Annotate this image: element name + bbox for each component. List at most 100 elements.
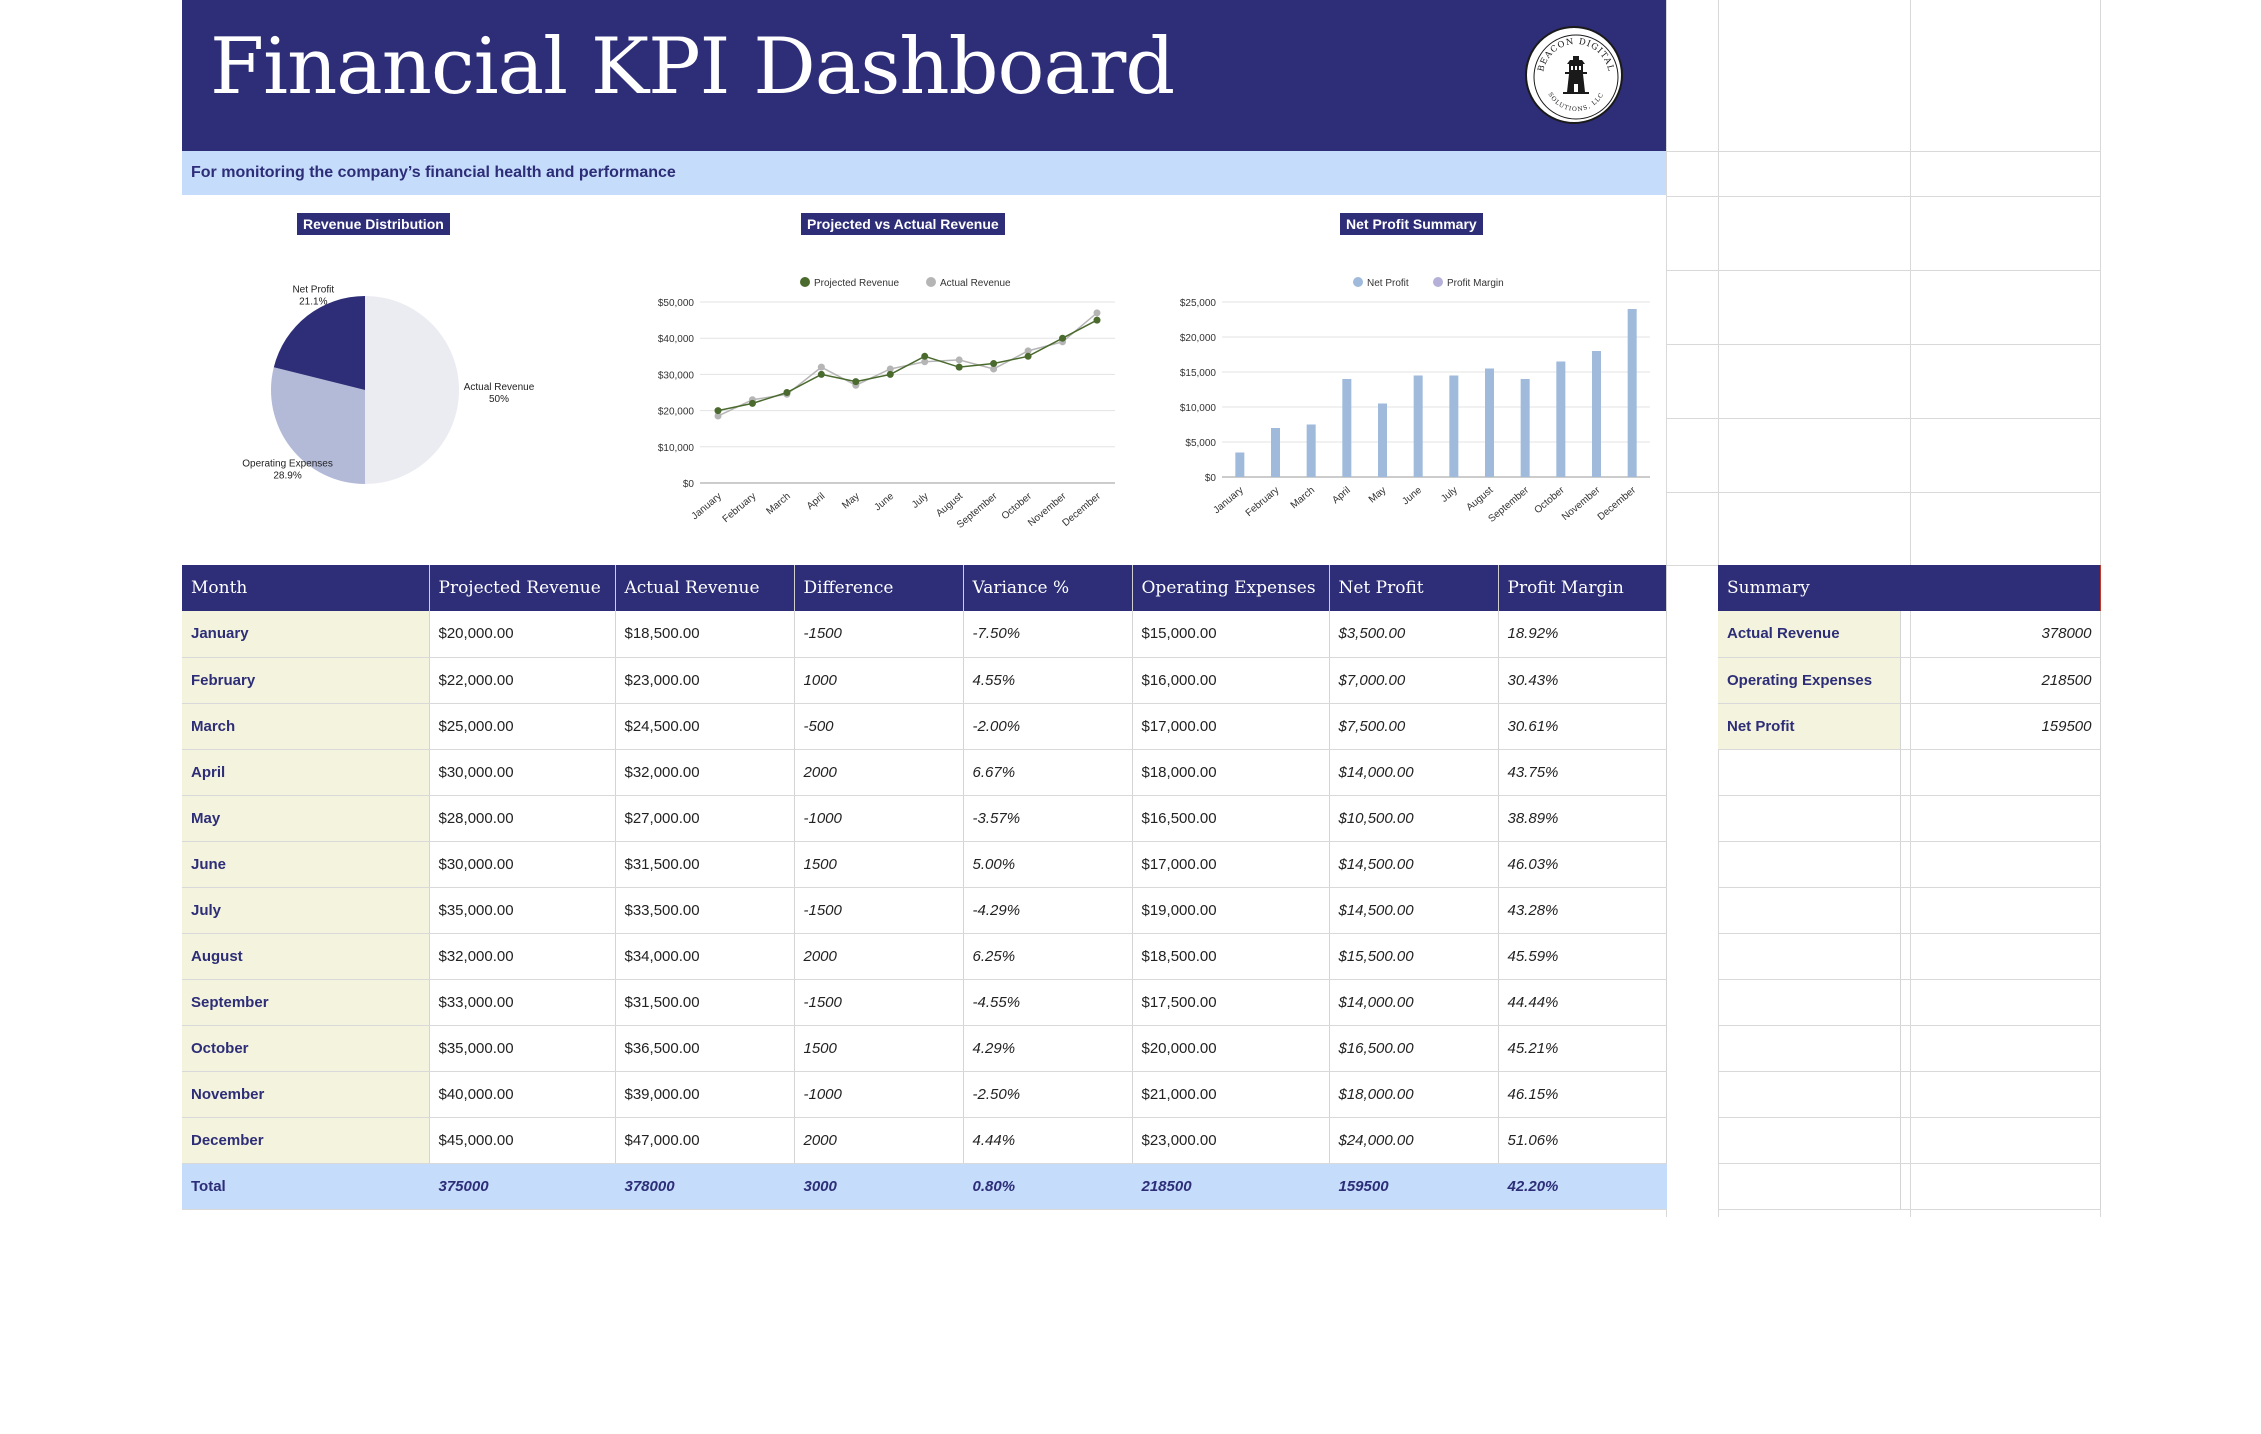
table-cell[interactable]: $24,000.00 bbox=[1329, 1117, 1499, 1164]
summary-header[interactable]: Summary bbox=[1718, 565, 2101, 611]
table-cell[interactable]: $16,500.00 bbox=[1329, 1025, 1499, 1072]
month-cell[interactable]: July bbox=[182, 887, 430, 934]
table-cell[interactable]: 2000 bbox=[794, 933, 964, 980]
table-cell[interactable]: 43.75% bbox=[1498, 749, 1667, 796]
table-cell[interactable]: -2.50% bbox=[963, 1071, 1133, 1118]
table-cell[interactable]: 44.44% bbox=[1498, 979, 1667, 1026]
table-cell[interactable]: $18,500.00 bbox=[1132, 933, 1330, 980]
table-cell[interactable]: $17,000.00 bbox=[1132, 703, 1330, 750]
table-cell[interactable]: $18,000.00 bbox=[1329, 1071, 1499, 1118]
table-cell[interactable]: 4.29% bbox=[963, 1025, 1133, 1072]
total-cell[interactable]: 3000 bbox=[794, 1163, 964, 1210]
table-cell[interactable]: 5.00% bbox=[963, 841, 1133, 888]
table-cell[interactable]: $39,000.00 bbox=[615, 1071, 795, 1118]
table-cell[interactable]: 30.43% bbox=[1498, 657, 1667, 704]
empty-cell[interactable] bbox=[1718, 1071, 1901, 1118]
table-cell[interactable]: $25,000.00 bbox=[429, 703, 616, 750]
month-cell[interactable]: December bbox=[182, 1117, 430, 1164]
table-cell[interactable]: -7.50% bbox=[963, 611, 1133, 658]
empty-cell[interactable] bbox=[1900, 1025, 2101, 1072]
column-header[interactable]: Difference bbox=[794, 565, 964, 611]
month-cell[interactable]: August bbox=[182, 933, 430, 980]
table-cell[interactable]: $36,500.00 bbox=[615, 1025, 795, 1072]
empty-cell[interactable] bbox=[1900, 933, 2101, 980]
month-cell[interactable]: October bbox=[182, 1025, 430, 1072]
month-cell[interactable]: March bbox=[182, 703, 430, 750]
empty-cell[interactable] bbox=[1718, 933, 1901, 980]
table-cell[interactable]: $17,000.00 bbox=[1132, 841, 1330, 888]
empty-cell[interactable] bbox=[1900, 749, 2101, 796]
table-cell[interactable]: 30.61% bbox=[1498, 703, 1667, 750]
table-cell[interactable]: 38.89% bbox=[1498, 795, 1667, 842]
table-cell[interactable]: $17,500.00 bbox=[1132, 979, 1330, 1026]
table-cell[interactable]: -3.57% bbox=[963, 795, 1133, 842]
table-cell[interactable]: $32,000.00 bbox=[615, 749, 795, 796]
column-header[interactable]: Profit Margin bbox=[1498, 565, 1667, 611]
total-cell[interactable]: 42.20% bbox=[1498, 1163, 1667, 1210]
table-cell[interactable]: 4.44% bbox=[963, 1117, 1133, 1164]
table-cell[interactable]: 45.21% bbox=[1498, 1025, 1667, 1072]
table-cell[interactable]: $30,000.00 bbox=[429, 841, 616, 888]
table-cell[interactable]: $31,500.00 bbox=[615, 979, 795, 1026]
table-cell[interactable]: $35,000.00 bbox=[429, 887, 616, 934]
month-cell[interactable]: January bbox=[182, 611, 430, 658]
table-cell[interactable]: 1000 bbox=[794, 657, 964, 704]
column-header[interactable]: Projected Revenue bbox=[429, 565, 616, 611]
table-cell[interactable]: $3,500.00 bbox=[1329, 611, 1499, 658]
table-cell[interactable]: $33,000.00 bbox=[429, 979, 616, 1026]
table-cell[interactable]: $30,000.00 bbox=[429, 749, 616, 796]
table-cell[interactable]: -1500 bbox=[794, 887, 964, 934]
summary-value[interactable]: 218500 bbox=[1900, 657, 2101, 704]
empty-cell[interactable] bbox=[1718, 979, 1901, 1026]
table-cell[interactable]: $31,500.00 bbox=[615, 841, 795, 888]
empty-cell[interactable] bbox=[1718, 1117, 1901, 1164]
empty-cell[interactable] bbox=[1900, 979, 2101, 1026]
column-header[interactable]: Operating Expenses bbox=[1132, 565, 1330, 611]
total-cell[interactable]: 218500 bbox=[1132, 1163, 1330, 1210]
summary-value[interactable]: 159500 bbox=[1900, 703, 2101, 750]
table-cell[interactable]: 6.25% bbox=[963, 933, 1133, 980]
table-cell[interactable]: -1000 bbox=[794, 1071, 964, 1118]
table-cell[interactable]: 18.92% bbox=[1498, 611, 1667, 658]
table-cell[interactable]: 45.59% bbox=[1498, 933, 1667, 980]
table-cell[interactable]: 51.06% bbox=[1498, 1117, 1667, 1164]
table-cell[interactable]: $20,000.00 bbox=[1132, 1025, 1330, 1072]
total-cell[interactable]: 375000 bbox=[429, 1163, 616, 1210]
table-cell[interactable]: $23,000.00 bbox=[1132, 1117, 1330, 1164]
table-cell[interactable]: $27,000.00 bbox=[615, 795, 795, 842]
table-cell[interactable]: -500 bbox=[794, 703, 964, 750]
table-cell[interactable]: 1500 bbox=[794, 1025, 964, 1072]
table-cell[interactable]: -1000 bbox=[794, 795, 964, 842]
table-cell[interactable]: $28,000.00 bbox=[429, 795, 616, 842]
total-label[interactable]: Total bbox=[182, 1163, 430, 1210]
summary-label[interactable]: Actual Revenue bbox=[1718, 611, 1901, 658]
table-cell[interactable]: -1500 bbox=[794, 979, 964, 1026]
table-cell[interactable]: $7,000.00 bbox=[1329, 657, 1499, 704]
table-cell[interactable]: 46.15% bbox=[1498, 1071, 1667, 1118]
empty-cell[interactable] bbox=[1900, 795, 2101, 842]
summary-value[interactable]: 378000 bbox=[1900, 611, 2101, 658]
table-cell[interactable]: -4.29% bbox=[963, 887, 1133, 934]
column-header[interactable]: Net Profit bbox=[1329, 565, 1499, 611]
empty-cell[interactable] bbox=[1900, 1117, 2101, 1164]
empty-cell[interactable] bbox=[1900, 1071, 2101, 1118]
month-cell[interactable]: June bbox=[182, 841, 430, 888]
table-cell[interactable]: $7,500.00 bbox=[1329, 703, 1499, 750]
table-cell[interactable]: $14,000.00 bbox=[1329, 749, 1499, 796]
table-cell[interactable]: $15,000.00 bbox=[1132, 611, 1330, 658]
table-cell[interactable]: 1500 bbox=[794, 841, 964, 888]
table-cell[interactable]: $20,000.00 bbox=[429, 611, 616, 658]
table-cell[interactable]: $22,000.00 bbox=[429, 657, 616, 704]
month-cell[interactable]: November bbox=[182, 1071, 430, 1118]
table-cell[interactable]: $14,500.00 bbox=[1329, 887, 1499, 934]
table-cell[interactable]: $45,000.00 bbox=[429, 1117, 616, 1164]
table-cell[interactable]: -4.55% bbox=[963, 979, 1133, 1026]
table-cell[interactable]: $18,500.00 bbox=[615, 611, 795, 658]
table-cell[interactable]: 4.55% bbox=[963, 657, 1133, 704]
table-cell[interactable]: $15,500.00 bbox=[1329, 933, 1499, 980]
table-cell[interactable]: $47,000.00 bbox=[615, 1117, 795, 1164]
table-cell[interactable]: $40,000.00 bbox=[429, 1071, 616, 1118]
empty-cell[interactable] bbox=[1718, 1163, 1901, 1210]
table-cell[interactable]: $14,500.00 bbox=[1329, 841, 1499, 888]
table-cell[interactable]: 6.67% bbox=[963, 749, 1133, 796]
